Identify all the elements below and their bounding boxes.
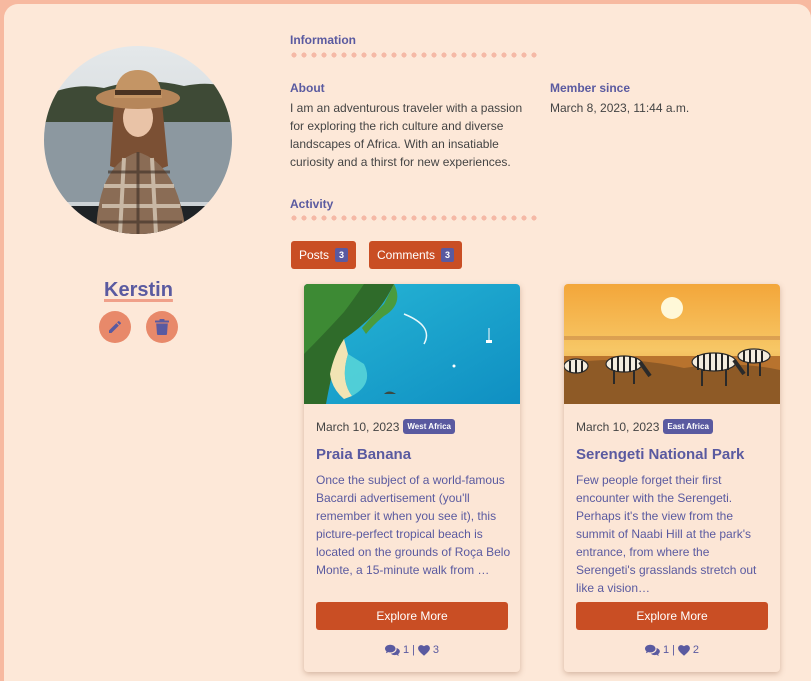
- member-since-value: March 8, 2023, 11:44 a.m.: [550, 101, 690, 115]
- post-card: March 10, 2023 East Africa Serengeti Nat…: [564, 284, 780, 672]
- post-stats: 1 | 2: [564, 644, 780, 656]
- tab-comments-label: Comments: [377, 248, 436, 262]
- post-stats: 1 | 3: [304, 644, 520, 656]
- pencil-icon: [109, 320, 122, 333]
- comments-count: 1: [402, 644, 410, 656]
- information-heading: Information: [290, 33, 356, 47]
- post-image-beach: [304, 284, 520, 404]
- information-divider: [289, 52, 541, 58]
- activity-divider: [289, 215, 541, 221]
- trash-icon: [155, 319, 169, 335]
- post-date-row: March 10, 2023 West Africa: [316, 419, 455, 434]
- heart-icon: [418, 644, 430, 656]
- avatar-image: [44, 46, 232, 234]
- region-tag[interactable]: East Africa: [663, 419, 713, 434]
- likes-count: 2: [692, 644, 700, 656]
- tab-posts-label: Posts: [299, 248, 330, 262]
- edit-profile-button[interactable]: [99, 311, 131, 343]
- about-text: I am an adventurous traveler with a pass…: [290, 101, 523, 169]
- avatar: [44, 46, 232, 234]
- likes-count: 3: [432, 644, 440, 656]
- comments-count: 1: [662, 644, 670, 656]
- delete-profile-button[interactable]: [146, 311, 178, 343]
- post-description: Few people forget their first encounter …: [576, 473, 757, 595]
- stats-separator: |: [412, 644, 415, 656]
- tab-posts[interactable]: Posts 3: [291, 241, 357, 269]
- comments-icon: [384, 644, 400, 656]
- explore-more-button[interactable]: Explore More: [576, 602, 768, 630]
- post-description: Once the subject of a world-famous Bacar…: [316, 473, 511, 577]
- post-date: March 10, 2023: [576, 419, 660, 434]
- comments-count-badge: 3: [441, 248, 455, 262]
- username: Kerstin: [104, 279, 173, 301]
- post-date: March 10, 2023: [316, 419, 400, 434]
- explore-more-button[interactable]: Explore More: [316, 602, 508, 630]
- profile-page: Kerstin Information About I am an advent…: [4, 4, 811, 681]
- heart-icon: [678, 644, 690, 656]
- post-image-savanna: [564, 284, 780, 404]
- post-card: March 10, 2023 West Africa Praia Banana …: [304, 284, 520, 672]
- about-label: About: [290, 81, 325, 95]
- tab-comments[interactable]: Comments 3: [369, 241, 463, 269]
- posts-count-badge: 3: [335, 248, 349, 262]
- member-since-label: Member since: [550, 81, 631, 95]
- post-title: Serengeti National Park: [576, 446, 745, 463]
- stats-separator: |: [672, 644, 675, 656]
- region-tag[interactable]: West Africa: [403, 419, 455, 434]
- activity-heading: Activity: [290, 197, 334, 211]
- post-title: Praia Banana: [316, 446, 412, 463]
- post-date-row: March 10, 2023 East Africa: [576, 419, 713, 434]
- comments-icon: [644, 644, 660, 656]
